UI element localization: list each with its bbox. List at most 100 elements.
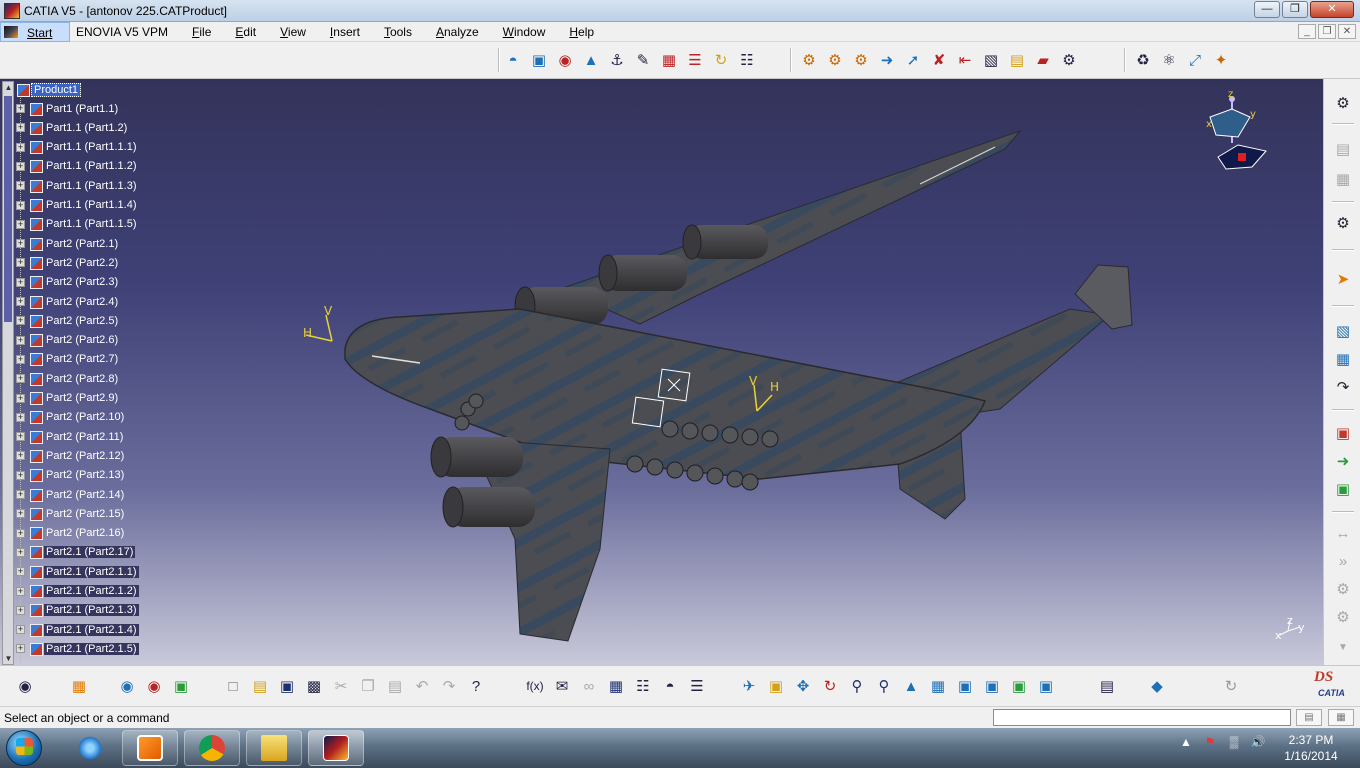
action-center-icon[interactable]: ⚑ (1202, 734, 1218, 750)
tray-expand-icon[interactable]: ▲ (1178, 734, 1194, 750)
tree-item[interactable]: + Part2 (Part2.6) (16, 332, 120, 349)
multi-instantiation-icon[interactable]: ☷ (736, 49, 758, 71)
camera-icon[interactable]: ◉ (14, 675, 36, 697)
distance-icon[interactable]: ⤢ (1184, 49, 1206, 71)
measure-item-icon[interactable]: » (1331, 549, 1355, 573)
tree-item[interactable]: + Part2 (Part2.2) (16, 254, 120, 271)
taskbar-clock[interactable]: 2:37 PM 1/16/2014 (1276, 732, 1346, 764)
tree-item[interactable]: + Part1.1 (Part1.1.4) (16, 197, 139, 214)
expand-icon[interactable]: + (16, 470, 25, 480)
expand-toolbar-icon[interactable]: ▼ (1331, 635, 1355, 659)
expand-icon[interactable]: + (16, 219, 25, 229)
menu-tools[interactable]: Tools (384, 25, 412, 39)
tree-item-label[interactable]: Part2.1 (Part2.1.4) (44, 623, 139, 636)
expand-icon[interactable]: + (16, 374, 25, 384)
expand-icon[interactable]: + (16, 316, 25, 326)
formula-icon[interactable]: f(x) (524, 675, 546, 697)
tree-item-label[interactable]: Part2 (Part2.4) (44, 296, 120, 308)
tree-item[interactable]: + Part1.1 (Part1.1.2) (16, 158, 139, 175)
aircraft-model[interactable]: V H V H x y z (0, 79, 1323, 665)
tree-scrollbar[interactable]: ▲ ▼ (2, 81, 14, 665)
expand-icon[interactable]: + (16, 104, 25, 113)
undo-icon[interactable]: ↶ (411, 675, 433, 697)
expand-icon[interactable]: + (16, 161, 25, 171)
tree-item-label[interactable]: Part1.1 (Part1.1.5) (44, 218, 139, 230)
windows-start-button[interactable] (6, 730, 42, 766)
catalog-settings-icon[interactable]: ⚙ (1331, 211, 1355, 235)
workbench-gears-icon[interactable]: ⚙ (1331, 91, 1355, 115)
expand-icon[interactable]: + (16, 432, 25, 442)
taskbar-chrome[interactable] (184, 730, 240, 766)
tree-item[interactable]: + Part2 (Part2.12) (16, 447, 126, 464)
normal-view-icon[interactable]: ▲ (900, 675, 922, 697)
zoom-out-icon[interactable]: ⚲ (873, 675, 895, 697)
iso-view-icon[interactable]: ▣ (954, 675, 976, 697)
tree-item-label[interactable]: Part2.1 (Part2.17) (44, 546, 136, 559)
fit-all-icon[interactable]: ▣ (765, 675, 787, 697)
doc-restore-button[interactable]: ❐ (1318, 24, 1336, 39)
tree-scroll-thumb[interactable] (4, 96, 12, 322)
expand-icon[interactable]: + (16, 528, 25, 538)
tree-item-label[interactable]: Part2.1 (Part2.1.5) (44, 642, 139, 655)
generate-numbering-icon[interactable]: ▦ (658, 49, 680, 71)
tree-item[interactable]: + Part2.1 (Part2.17) (16, 544, 136, 561)
measure-between-icon[interactable]: ↔ (1331, 521, 1355, 545)
new-icon[interactable]: □ (222, 675, 244, 697)
scroll-up-icon[interactable]: ▲ (4, 83, 13, 92)
sectioning-icon[interactable]: ⚛ (1158, 49, 1180, 71)
tree-item[interactable]: + Part2.1 (Part2.1.4) (16, 621, 139, 638)
taskbar-file-explorer[interactable] (246, 730, 302, 766)
status-panel-button-2[interactable]: ▦ (1328, 709, 1354, 726)
network-icon[interactable]: ▒ (1226, 734, 1242, 750)
tree-item-label[interactable]: Part2 (Part2.11) (44, 431, 125, 443)
tree-item[interactable]: + Part2.1 (Part2.1.3) (16, 602, 139, 619)
tree-item[interactable]: + Part2.1 (Part2.1.5) (16, 640, 139, 657)
taskbar-catia[interactable] (308, 730, 364, 766)
tree-item[interactable]: + Part2 (Part2.1) (16, 235, 120, 252)
volume-icon[interactable]: 🔊 (1250, 734, 1266, 750)
tree-item-label[interactable]: Part2 (Part2.3) (44, 276, 120, 288)
tree-item[interactable]: + Part1.1 (Part1.1.5) (16, 216, 139, 233)
rotate-icon[interactable]: ↻ (819, 675, 841, 697)
expand-icon[interactable]: + (16, 123, 25, 133)
assembly-icon[interactable]: ▣ (170, 675, 192, 697)
tree-item[interactable]: + Part2 (Part2.3) (16, 274, 120, 291)
pan-icon[interactable]: ✥ (792, 675, 814, 697)
tree-item-label[interactable]: Part2 (Part2.15) (44, 508, 126, 520)
expand-icon[interactable]: + (16, 239, 25, 249)
selective-load-icon[interactable]: ☰ (684, 49, 706, 71)
tree-view-icon[interactable]: ☷ (632, 675, 654, 697)
redo-icon[interactable]: ↷ (438, 675, 460, 697)
part-icon[interactable]: ◉ (554, 49, 576, 71)
print-icon[interactable]: ▩ (303, 675, 325, 697)
compass[interactable]: z x y (1198, 87, 1278, 177)
tree-item-label[interactable]: Part2 (Part2.14) (44, 489, 126, 501)
tree-item[interactable]: + Part2 (Part2.13) (16, 467, 126, 484)
catia-app-icon[interactable] (4, 3, 20, 19)
expand-icon[interactable]: + (16, 297, 25, 306)
component-icon[interactable]: ◓ (502, 49, 524, 71)
tree-item[interactable]: + Part2 (Part2.9) (16, 390, 120, 407)
book-icon[interactable]: ◆ (1146, 675, 1168, 697)
catalog-icon[interactable]: ◉ (116, 675, 138, 697)
tree-item-label[interactable]: Part2 (Part2.7) (44, 353, 120, 365)
tree-item-label[interactable]: Part1 (Part1.1) (44, 103, 120, 115)
material-icon[interactable]: ◉ (143, 675, 165, 697)
paste-icon[interactable]: ▤ (384, 675, 406, 697)
tree-item-label[interactable]: Part1.1 (Part1.1.3) (44, 180, 139, 192)
copy-icon[interactable]: ❐ (357, 675, 379, 697)
tree-item-label[interactable]: Part2 (Part2.13) (44, 469, 126, 481)
contact-icon[interactable]: ▧ (980, 49, 1002, 71)
tree-item[interactable]: + Part2.1 (Part2.1.1) (16, 563, 139, 580)
menu-view[interactable]: View (280, 25, 306, 39)
split-icon[interactable]: ▦ (1331, 347, 1355, 371)
tree-item[interactable]: + Part2 (Part2.10) (16, 409, 126, 426)
measure-icon[interactable]: ▤ (1096, 675, 1118, 697)
tree-item-label[interactable]: Part2 (Part2.16) (44, 527, 126, 539)
tree-item-label[interactable]: Part1.1 (Part1.1.1) (44, 141, 139, 153)
menu-window[interactable]: Window (503, 25, 546, 39)
expand-icon[interactable]: + (16, 142, 25, 152)
whats-this-icon[interactable]: ? (465, 675, 487, 697)
tree-root[interactable]: Product1 (16, 81, 82, 98)
expand-icon[interactable]: + (16, 605, 25, 615)
